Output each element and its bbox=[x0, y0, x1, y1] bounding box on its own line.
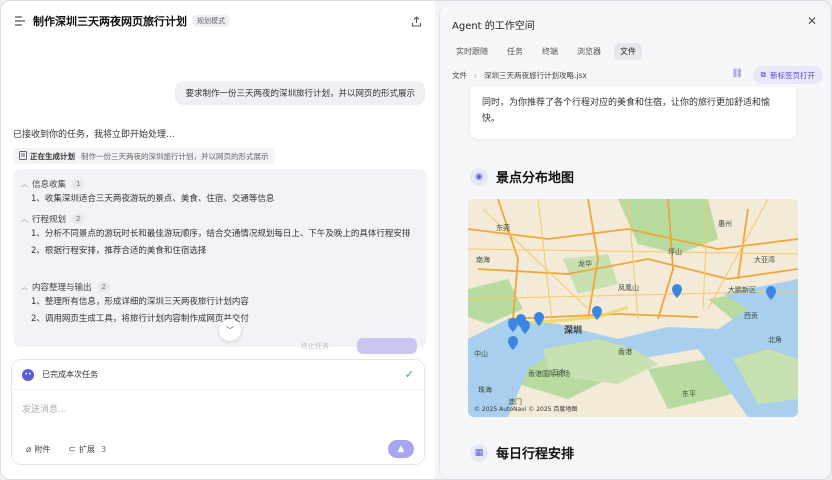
plan-section-title: 行程规划 bbox=[32, 215, 67, 225]
map-place-label: 西贡 bbox=[744, 312, 758, 320]
map-place-label: 三乡 bbox=[552, 368, 566, 376]
user-message: 要求制作一份三天两夜的深圳旅行计划，并以网页的形式展示 bbox=[175, 81, 425, 105]
intro-text: 同时，为你推荐了各个行程对应的美食和住宿，让你的旅行更加舒适和愉快。 bbox=[482, 98, 771, 124]
status-text: 制作一份三天两夜的深圳旅行计划，并以网页的形式展示 bbox=[81, 151, 269, 161]
map-place-label: 龙华 bbox=[578, 260, 592, 268]
app-window: 制作深圳三天两夜网页旅行计划 规划模式 要求制作一份三天两夜的深圳旅行计划，并以… bbox=[0, 0, 832, 480]
open-new-tab-button[interactable]: ⧉ 新标签页打开 bbox=[752, 66, 823, 84]
send-icon: ▲ bbox=[397, 444, 405, 454]
chat-header: 制作深圳三天两夜网页旅行计划 规划模式 bbox=[1, 1, 435, 41]
map-section-heading: ◉ 景点分布地图 bbox=[470, 167, 574, 186]
composer: •• 已完成本次任务 ✓ ⌀ 附件 ⊂ 扩展 3 ▲ bbox=[11, 359, 425, 465]
status-chip: 正在生成计划 制作一份三天两夜的深圳旅行计划，并以网页的形式展示 bbox=[13, 148, 275, 164]
map-city-label: 深圳 bbox=[564, 326, 583, 336]
send-button[interactable]: ▲ bbox=[388, 440, 414, 458]
plan-item: 1、分析不同景点的游玩时长和最佳游玩顺序，结合交通情况规划每日上、下午及晚上的具… bbox=[31, 229, 411, 239]
calendar-icon: ▦ bbox=[470, 443, 488, 462]
intro-card: 同时，为你推荐了各个行程对应的美食和住宿，让你的旅行更加舒适和愉快。 bbox=[470, 87, 796, 139]
task-complete-row[interactable]: •• 已完成本次任务 ✓ bbox=[12, 360, 424, 390]
tab-files[interactable]: 文件 bbox=[614, 43, 642, 60]
map-place-label: 东平 bbox=[682, 390, 696, 398]
close-icon[interactable]: ✕ bbox=[807, 14, 817, 28]
plan-section[interactable]: ︿ 行程规划 2 1、分析不同景点的游玩时长和最佳游玩顺序，结合交通情况规划每日… bbox=[21, 212, 417, 260]
chevron-up-icon[interactable]: ︿ bbox=[21, 214, 28, 224]
stop-task-label: 终止任务 bbox=[301, 342, 329, 350]
plan-section[interactable]: ︿ 信息收集 1 1、收集深圳适合三天两夜游玩的景点、美食、住宿、交通等信息 bbox=[21, 177, 274, 208]
chat-panel: 制作深圳三天两夜网页旅行计划 规划模式 要求制作一份三天两夜的深圳旅行计划，并以… bbox=[1, 1, 435, 479]
plan-box: ︿ 信息收集 1 1、收集深圳适合三天两夜游玩的景点、美食、住宿、交通等信息 ︿… bbox=[13, 169, 427, 347]
chevron-up-icon[interactable]: ︿ bbox=[21, 179, 28, 189]
message-input[interactable] bbox=[22, 402, 412, 418]
map-place-label: 香港 bbox=[618, 348, 632, 356]
scroll-down-button[interactable]: ﹀ bbox=[219, 319, 241, 341]
map-credit: © 2025 AutoNavi © 2025 百度地图 bbox=[474, 406, 578, 413]
plan-section[interactable]: ︿ 内容整理与输出 2 1、整理所有信息，形成详细的深圳三天两夜旅行计划内容 2… bbox=[21, 280, 249, 328]
plan-section-count: 1 bbox=[72, 179, 85, 189]
attach-label: 附件 bbox=[34, 445, 51, 454]
map-place-label: 南海 bbox=[476, 256, 490, 264]
location-pin-icon: ◉ bbox=[470, 167, 488, 186]
mode-badge: 规划模式 bbox=[193, 15, 229, 27]
check-icon: ✓ bbox=[404, 368, 414, 381]
share-icon[interactable] bbox=[409, 14, 423, 28]
map-place-label: 惠州 bbox=[718, 220, 732, 228]
map-place-label: 珠海 bbox=[478, 386, 492, 394]
attractions-map[interactable]: 深圳 东莞 惠州 大鹏新区 香港 西贡 北角 香港国际机场 中山 珠海 澳门 南… bbox=[468, 199, 798, 417]
map-place-label: 凤凰山 bbox=[618, 284, 639, 292]
extend-button[interactable]: ⊂ 扩展 3 bbox=[68, 444, 106, 455]
link-icon[interactable]: ⛓ bbox=[732, 69, 743, 79]
open-new-tab-label: 新标签页打开 bbox=[770, 70, 815, 80]
status-label: 正在生成计划 bbox=[30, 151, 75, 161]
agent-avatar-icon: •• bbox=[22, 368, 34, 381]
plan-item: 1、收集深圳适合三天两夜游玩的景点、美食、住宿、交通等信息 bbox=[31, 194, 275, 204]
tab-live[interactable]: 实时跟随 bbox=[450, 43, 494, 60]
map-section-title: 景点分布地图 bbox=[496, 171, 575, 186]
schedule-section-heading: ▦ 每日行程安排 bbox=[470, 443, 574, 462]
workspace-panel: Agent 的工作空间 ✕ 实时跟随 任务 终端 浏览器 文件 文件 › 深圳三… bbox=[439, 5, 829, 477]
chevron-right-icon: › bbox=[474, 70, 477, 80]
extend-label: 扩展 bbox=[78, 445, 95, 454]
breadcrumb-file: 深圳三天两夜旅行计划攻略.jsx bbox=[484, 70, 587, 80]
tab-terminal[interactable]: 终端 bbox=[536, 43, 564, 60]
map-place-label: 北角 bbox=[768, 336, 782, 344]
chevron-down-icon: ﹀ bbox=[226, 325, 234, 335]
plan-section-title: 内容整理与输出 bbox=[32, 283, 92, 293]
paperclip-icon: ⌀ bbox=[26, 444, 32, 455]
workspace-title: Agent 的工作空间 bbox=[452, 21, 535, 32]
user-message-text: 要求制作一份三天两夜的深圳旅行计划，并以网页的形式展示 bbox=[185, 89, 415, 99]
extend-count: 3 bbox=[100, 445, 107, 454]
attach-button[interactable]: ⌀ 附件 bbox=[26, 444, 50, 455]
map-place-label: 大亚湾 bbox=[754, 256, 775, 264]
breadcrumb-root[interactable]: 文件 bbox=[452, 70, 467, 81]
composer-tools: ⌀ 附件 ⊂ 扩展 3 bbox=[26, 444, 124, 455]
faded-action-button[interactable] bbox=[357, 338, 417, 354]
task-complete-text: 已完成本次任务 bbox=[42, 370, 98, 379]
map-place-label: 东莞 bbox=[496, 224, 510, 232]
extend-icon: ⊂ bbox=[68, 444, 76, 455]
external-link-icon: ⧉ bbox=[760, 70, 766, 79]
tab-tasks[interactable]: 任务 bbox=[501, 43, 529, 60]
map-place-label: 中山 bbox=[474, 350, 488, 358]
plan-section-count: 2 bbox=[97, 282, 110, 292]
map-place-label: 坪山 bbox=[668, 248, 682, 256]
chevron-up-icon[interactable]: ︿ bbox=[21, 282, 28, 292]
map-place-label: 大鹏新区 bbox=[728, 286, 756, 294]
menu-icon[interactable] bbox=[13, 14, 27, 28]
plan-section-count: 2 bbox=[72, 214, 85, 224]
workspace-tabs: 实时跟随 任务 终端 浏览器 文件 bbox=[450, 43, 649, 60]
map-graphic bbox=[468, 199, 798, 417]
agent-reply: 已接收到你的任务，我将立即开始处理... bbox=[13, 130, 175, 140]
conversation-title: 制作深圳三天两夜网页旅行计划 bbox=[33, 15, 187, 28]
plan-item: 1、整理所有信息，形成详细的深圳三天两夜旅行计划内容 bbox=[31, 297, 249, 307]
plan-section-title: 信息收集 bbox=[32, 180, 67, 190]
document-preview: 同时，为你推荐了各个行程对应的美食和住宿，让你的旅行更加舒适和愉快。 ◉ 景点分… bbox=[440, 87, 830, 477]
tab-browser[interactable]: 浏览器 bbox=[571, 43, 607, 60]
document-icon bbox=[19, 150, 27, 162]
schedule-section-title: 每日行程安排 bbox=[496, 447, 575, 462]
plan-item: 2、根据行程安排，推荐合适的美食和住宿选择 bbox=[31, 246, 207, 256]
